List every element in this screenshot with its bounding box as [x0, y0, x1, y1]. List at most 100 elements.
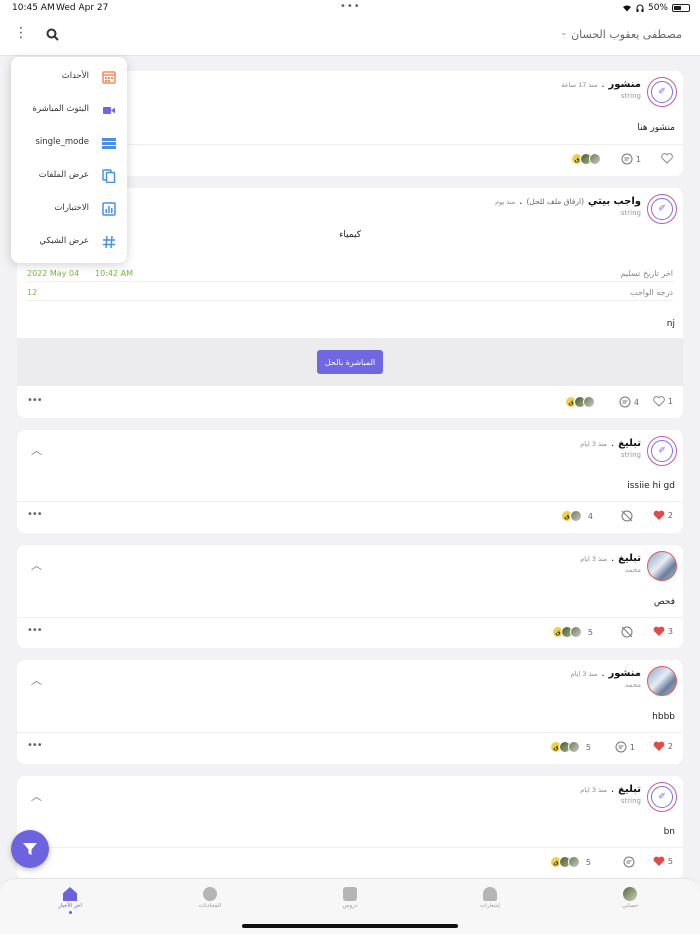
- avatar[interactable]: [647, 551, 677, 581]
- chevron-up-icon[interactable]: ︿: [31, 557, 42, 573]
- post-text: فحص: [653, 597, 675, 607]
- post-text: issiie hi gd: [627, 481, 675, 491]
- action-band: المباشرة بالحل: [17, 338, 683, 386]
- comment-count: 1: [629, 742, 635, 752]
- filter-button[interactable]: [11, 830, 49, 868]
- attach-note: (ارفاق ملف للحل): [526, 197, 585, 206]
- post-footer: ••• 1 4 ق: [17, 388, 683, 418]
- comment-count: 1: [635, 154, 641, 164]
- comment-icon: [619, 396, 631, 408]
- announcement-card[interactable]: ︿ تبليغ . منذ 3 ايام محمد فحص ••• 3 ق 5: [17, 545, 683, 648]
- seen-avatars[interactable]: ق 5: [549, 856, 591, 868]
- menu-item-label: عرض الملفات: [38, 170, 89, 180]
- seen-count: 5: [585, 857, 591, 867]
- menu-item-single-mode[interactable]: single_mode: [11, 127, 127, 160]
- tab-label: إشعارات: [480, 903, 500, 909]
- like-button[interactable]: 1: [653, 396, 673, 407]
- tab-news[interactable]: اخر الأخبار: [40, 887, 100, 914]
- post-text: bn: [663, 827, 675, 837]
- calendar-icon: [102, 71, 116, 84]
- menu-item-files[interactable]: عرض الملفات: [11, 160, 127, 193]
- seen-avatars[interactable]: ق 5: [551, 626, 593, 638]
- multitask-dots-icon[interactable]: •••: [340, 1, 361, 12]
- search-icon[interactable]: [46, 28, 59, 41]
- filter-icon: [23, 843, 37, 855]
- files-icon: [102, 169, 116, 183]
- heart-filled-icon: [653, 626, 665, 636]
- avatar[interactable]: [647, 666, 677, 696]
- tab-lessons[interactable]: دروس: [320, 887, 380, 909]
- grade-value: 12: [27, 288, 38, 297]
- post-header: تبليغ . منذ 3 ايام محمد: [580, 553, 641, 574]
- tab-label: دروس: [342, 903, 358, 909]
- class-selector[interactable]: مصطفى يعقوب الحسان ⌄: [560, 28, 682, 41]
- post-time: منذ 17 ساعة: [561, 81, 598, 89]
- home-indicator[interactable]: [242, 924, 458, 928]
- seen-avatars[interactable]: ق 5: [549, 741, 591, 753]
- more-horizontal-icon[interactable]: •••: [27, 740, 43, 751]
- announcement-card[interactable]: ✐ ︿ تبليغ . منذ 3 ايام string bn 5 ق 5: [17, 776, 683, 880]
- post-author: محمد: [625, 681, 641, 689]
- like-button[interactable]: 3: [653, 626, 673, 637]
- menu-item-live[interactable]: البثوث المباشرة: [11, 94, 127, 127]
- menu-item-label: single_mode: [35, 137, 89, 147]
- like-button[interactable]: 2: [653, 510, 673, 521]
- comments-disabled-button[interactable]: [621, 626, 633, 638]
- avatar[interactable]: ✐: [647, 436, 677, 466]
- avatar[interactable]: ✐: [647, 194, 677, 224]
- post-footer: ••• 2 ق 4: [17, 502, 683, 532]
- seen-avatars[interactable]: ق 4: [560, 510, 593, 522]
- menu-item-quizzes[interactable]: الاختبارات: [11, 193, 127, 226]
- tab-notifications[interactable]: إشعارات: [460, 887, 520, 909]
- more-horizontal-icon[interactable]: •••: [27, 625, 43, 636]
- post-time: منذ 3 ايام: [580, 555, 607, 563]
- post-author: string: [620, 451, 641, 459]
- tab-chats[interactable]: المحادثات: [180, 887, 240, 909]
- post-text: hbbb: [652, 712, 675, 722]
- more-vertical-icon[interactable]: ⋮: [14, 26, 28, 40]
- bell-icon: [483, 887, 497, 901]
- list-mode-icon: [102, 138, 116, 149]
- avatar[interactable]: ✐: [647, 77, 677, 107]
- menu-item-label: عرض الشبكي: [39, 236, 89, 246]
- post-author: string: [620, 797, 641, 805]
- class-title: مصطفى يعقوب الحسان: [571, 28, 682, 41]
- comment-button[interactable]: 1: [615, 741, 635, 753]
- chevron-up-icon[interactable]: ︿: [31, 442, 42, 458]
- menu-item-events[interactable]: الأحداث: [11, 61, 127, 94]
- compass-icon: ✐: [651, 440, 673, 462]
- comment-button[interactable]: 1: [621, 153, 641, 165]
- seen-avatars[interactable]: ق: [565, 396, 595, 408]
- announcement-card[interactable]: ✐ ︿ تبليغ . منذ 3 ايام string issiie hi …: [17, 430, 683, 533]
- comment-button[interactable]: 4: [619, 396, 639, 408]
- more-horizontal-icon[interactable]: •••: [27, 395, 43, 406]
- tab-label: حسابي: [621, 903, 639, 909]
- seen-avatars[interactable]: ق: [571, 153, 601, 165]
- avatar[interactable]: ✐: [647, 782, 677, 812]
- menu-item-grid[interactable]: عرض الشبكي: [11, 226, 127, 259]
- start-solving-button[interactable]: المباشرة بالحل: [317, 350, 383, 374]
- more-horizontal-icon[interactable]: •••: [27, 509, 43, 520]
- like-count: 3: [667, 627, 673, 636]
- wifi-icon: [622, 5, 631, 12]
- battery-percent: 50%: [647, 3, 668, 13]
- video-icon: [103, 107, 115, 114]
- comment-icon: [615, 741, 627, 753]
- like-button[interactable]: 2: [653, 741, 673, 752]
- like-button[interactable]: [661, 153, 673, 164]
- tab-account[interactable]: حسابي: [600, 887, 660, 909]
- like-button[interactable]: 5: [653, 856, 673, 867]
- comment-icon: [621, 153, 633, 165]
- tab-label: اخر الأخبار: [58, 903, 82, 909]
- comment-button[interactable]: [623, 856, 635, 868]
- compass-icon: ✐: [651, 198, 673, 220]
- chevron-up-icon[interactable]: ︿: [31, 672, 42, 688]
- chevron-up-icon[interactable]: ︿: [31, 788, 42, 804]
- app-bar: مصطفى يعقوب الحسان ⌄ ⋮: [0, 16, 700, 56]
- seen-count: 5: [585, 742, 591, 752]
- post-card[interactable]: ︿ منشور . منذ 3 ايام محمد hbbb ••• 2 1 ق…: [17, 660, 683, 764]
- menu-item-label: الاختبارات: [54, 203, 89, 213]
- comments-disabled-button[interactable]: [621, 510, 633, 522]
- heart-outline-icon: [661, 153, 673, 164]
- post-type: واجب بيتي: [588, 196, 641, 207]
